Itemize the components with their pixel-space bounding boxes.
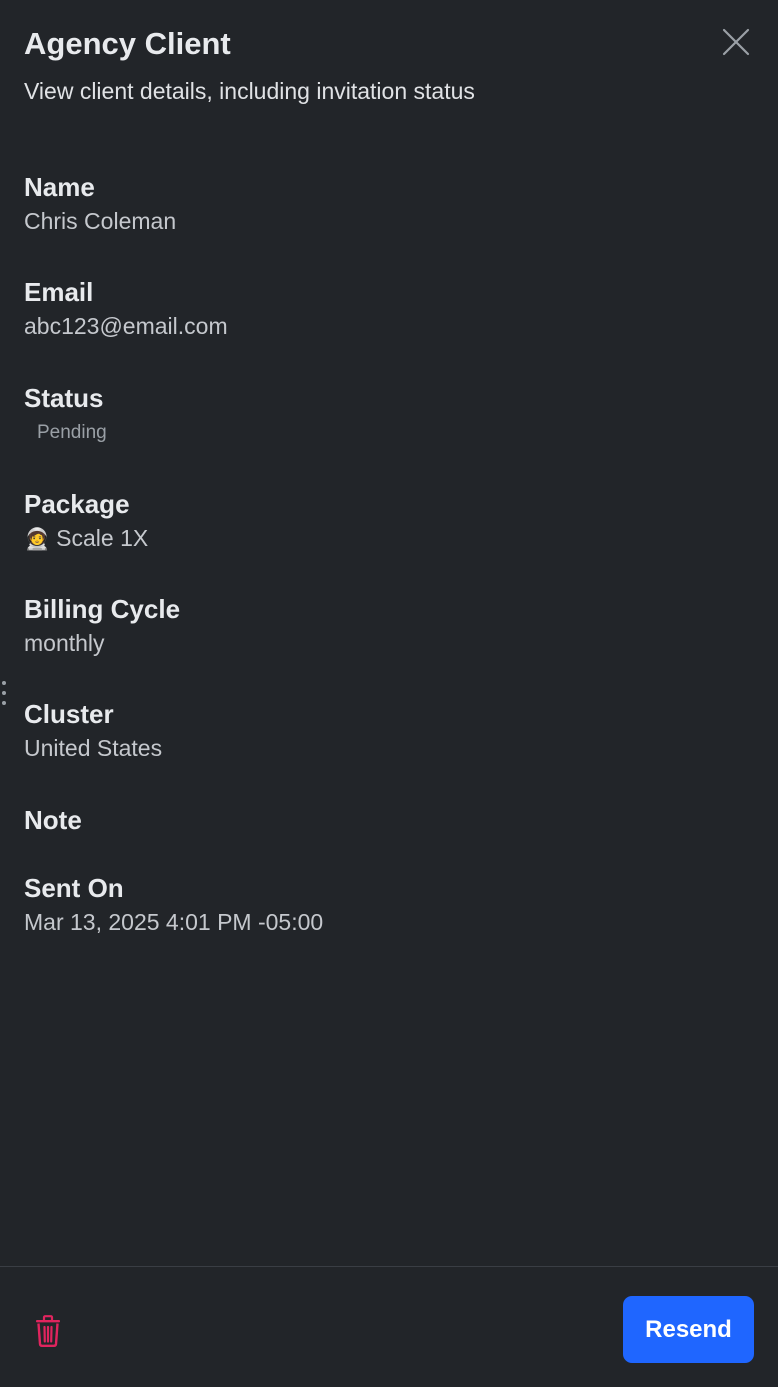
field-value: United States <box>24 735 163 761</box>
field-value: 🧑‍🚀 Scale 1X <box>24 523 148 555</box>
field-package: Package 🧑‍🚀 Scale 1X <box>24 487 148 555</box>
field-value: monthly <box>24 630 105 656</box>
field-email: Email abc123@email.com <box>24 275 228 341</box>
field-label: Note <box>24 805 82 835</box>
field-billing-cycle: Billing Cycle monthly <box>24 592 180 658</box>
handle-dot <box>2 691 6 695</box>
field-label: Status <box>24 383 104 413</box>
astronaut-icon: 🧑‍🚀 <box>24 528 51 551</box>
handle-dot <box>2 701 6 705</box>
page-subtitle: View client details, including invitatio… <box>24 78 475 104</box>
field-label: Billing Cycle <box>24 594 181 624</box>
field-label: Email <box>24 277 94 307</box>
close-button[interactable] <box>718 24 754 60</box>
package-name: Scale 1X <box>56 525 149 551</box>
close-icon <box>722 28 750 56</box>
field-cluster: Cluster United States <box>24 697 162 763</box>
resend-button[interactable]: Resend <box>623 1296 754 1363</box>
resize-handle[interactable] <box>0 681 8 705</box>
field-label: Cluster <box>24 699 114 729</box>
trash-icon <box>36 1315 60 1347</box>
field-label: Package <box>24 489 130 519</box>
field-value: abc123@email.com <box>24 313 228 339</box>
footer-divider <box>0 1266 778 1267</box>
field-status: Status Pending <box>24 381 107 447</box>
field-label: Name <box>24 172 95 202</box>
client-details-panel: Agency Client View client details, inclu… <box>0 0 778 1387</box>
page-title: Agency Client <box>24 26 231 61</box>
field-sent-on: Sent On Mar 13, 2025 4:01 PM -05:00 <box>24 871 323 937</box>
field-value: Mar 13, 2025 4:01 PM -05:00 <box>24 909 324 935</box>
field-label: Sent On <box>24 873 124 903</box>
field-name: Name Chris Coleman <box>24 170 176 236</box>
field-value: Chris Coleman <box>24 208 177 234</box>
delete-button[interactable] <box>32 1313 64 1349</box>
status-badge: Pending <box>37 422 107 443</box>
field-note: Note <box>24 803 82 839</box>
handle-dot <box>2 681 6 685</box>
panel-header: Agency Client View client details, inclu… <box>24 24 754 106</box>
